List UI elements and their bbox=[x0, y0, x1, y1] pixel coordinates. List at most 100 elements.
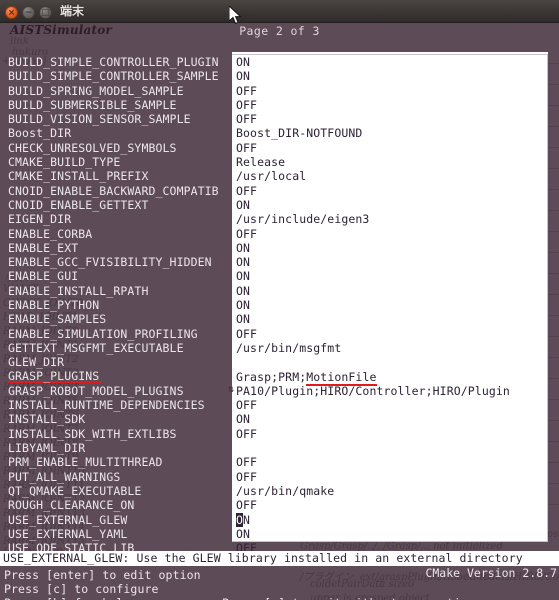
cache-entry-row[interactable]: ENABLE_CORBA OFF bbox=[0, 227, 559, 241]
cache-entry-row[interactable]: GRASP_PLUGINS Grasp;PRM;MotionFile bbox=[0, 369, 559, 386]
cache-entry-row[interactable]: LIBYAML_DIR bbox=[0, 441, 559, 455]
cache-entry-row[interactable]: ROUGH_CLEARANCE_ON OFF bbox=[0, 498, 559, 512]
cache-entry-value[interactable]: OFF bbox=[236, 112, 257, 126]
cache-entry-list[interactable]: BUILD_SIMPLE_CONTROLLER_PLUGIN ON BUILD_SI… bbox=[0, 55, 559, 555]
cache-entry-row[interactable]: ENABLE_EXT ON bbox=[0, 241, 559, 255]
close-icon: × bbox=[7, 8, 16, 18]
window-maximize-button[interactable]: □ bbox=[39, 6, 52, 19]
cache-entry-row[interactable]: BUILD_SPRING_MODEL_SAMPLE OFF bbox=[0, 84, 559, 98]
cache-entry-row[interactable]: GLEW_DIR bbox=[0, 355, 559, 369]
cache-entry-value[interactable]: ON bbox=[236, 412, 250, 426]
cache-entry-name: LIBYAML_DIR bbox=[8, 441, 86, 456]
cache-entry-value[interactable]: OFF bbox=[236, 141, 257, 155]
cache-entry-name: ENABLE_GCC_FVISIBILITY_HIDDEN bbox=[8, 255, 212, 270]
cache-entry-row[interactable]: BUILD_VISION_SENSOR_SAMPLE OFF bbox=[0, 112, 559, 126]
cache-entry-value[interactable]: /usr/include/eigen3 bbox=[236, 212, 369, 226]
cache-entry-name: ENABLE_GUI bbox=[8, 269, 79, 284]
cache-entry-name: CNOID_ENABLE_GETTEXT bbox=[8, 197, 149, 212]
cache-entry-value[interactable]: ON bbox=[236, 255, 250, 269]
cache-entry-name: CNOID_ENABLE_BACKWARD_COMPATIB bbox=[8, 183, 219, 198]
cache-entry-value[interactable]: ON bbox=[236, 298, 250, 312]
cache-entry-value[interactable]: OFF bbox=[236, 184, 257, 198]
cache-entry-value[interactable]: ON bbox=[236, 269, 250, 283]
cache-entry-value[interactable]: OFF bbox=[236, 470, 257, 484]
cache-entry-name: GRASP_PLUGINS bbox=[8, 369, 103, 383]
cache-entry-row[interactable]: ENABLE_GUI ON bbox=[0, 269, 559, 283]
cache-entry-value[interactable]: Grasp;PRM;MotionFile bbox=[236, 369, 377, 386]
cache-entry-value[interactable]: PA10/Plugin;HIRO/Controller;HIRO/Plugin bbox=[236, 384, 510, 398]
cache-entry-row[interactable]: PUT_ALL_WARNINGS OFF bbox=[0, 470, 559, 484]
cache-entry-row[interactable]: INSTALL_SDK_WITH_EXTLIBS OFF bbox=[0, 427, 559, 441]
cache-entry-value[interactable]: ON bbox=[236, 527, 250, 541]
cache-entry-row[interactable]: CMAKE_BUILD_TYPE Release bbox=[0, 155, 559, 169]
cache-entry-row[interactable]: USE_EXTERNAL_YAML ON bbox=[0, 527, 559, 541]
cache-entry-row[interactable]: Boost_DIR Boost_DIR-NOTFOUND bbox=[0, 126, 559, 140]
key-hint-help: Press [h] for help bbox=[4, 596, 130, 600]
cache-entry-row[interactable]: ENABLE_SIMULATION_PROFILING OFF bbox=[0, 327, 559, 341]
ccmake-header: AISTSimulator Page 2 of 3 bbox=[0, 23, 559, 39]
cache-entry-name: BUILD_SIMPLE_CONTROLLER_PLUGIN bbox=[8, 55, 219, 69]
cache-entry-row[interactable]: QT_QMAKE_EXECUTABLE/usr/bin/qmake bbox=[0, 484, 559, 498]
key-hint-quit: Press [q] to quit without generating bbox=[222, 596, 475, 600]
cache-entry-value[interactable]: OFF bbox=[236, 84, 257, 98]
cache-entry-name: BUILD_SIMPLE_CONTROLLER_SAMPLE bbox=[8, 69, 219, 84]
value-spinner-icon[interactable]: ⇅ bbox=[228, 383, 234, 397]
cache-entry-name: PRM_ENABLE_MULTITHREAD bbox=[8, 455, 163, 470]
cache-entry-value[interactable]: ON bbox=[236, 512, 250, 527]
cache-entry-row[interactable]: USE_EXTERNAL_GLEW ON bbox=[0, 512, 559, 527]
cache-entry-value[interactable]: ON bbox=[236, 55, 250, 69]
cache-entry-value-prefix: Grasp;PRM; bbox=[236, 369, 307, 384]
cache-entry-value[interactable]: OFF bbox=[236, 498, 257, 512]
cache-entry-name: CMAKE_INSTALL_PREFIX bbox=[8, 169, 149, 184]
terminal-body[interactable]: link hukuro + [bone] RARM_JOINT0 RARM_JOINT1… bbox=[0, 23, 559, 600]
cache-entry-value[interactable]: Release bbox=[236, 155, 285, 169]
cache-entry-value[interactable]: /usr/bin/qmake bbox=[236, 484, 334, 498]
cache-entry-value[interactable]: OFF bbox=[236, 98, 257, 112]
cache-entry-name: QT_QMAKE_EXECUTABLE bbox=[8, 483, 142, 498]
cache-entry-row[interactable]: BUILD_SIMPLE_CONTROLLER_SAMPLE ON bbox=[0, 69, 559, 83]
cache-entry-value[interactable]: OFF bbox=[236, 427, 257, 441]
cache-entry-row[interactable]: PRM_ENABLE_MULTITHREAD OFF bbox=[0, 455, 559, 469]
cache-entry-value[interactable]: ON bbox=[236, 312, 250, 326]
cache-entry-value[interactable]: ON bbox=[236, 198, 250, 212]
text-cursor-block: O bbox=[236, 512, 244, 527]
cache-entry-row[interactable]: ENABLE_GCC_FVISIBILITY_HIDDEN ON bbox=[0, 255, 559, 269]
cache-entry-name: ENABLE_CORBA bbox=[8, 226, 93, 241]
cache-entry-row[interactable]: ENABLE_SAMPLES ON bbox=[0, 312, 559, 326]
cache-entry-name: USE_EXTERNAL_YAML bbox=[8, 526, 128, 541]
cache-entry-name: ENABLE_SAMPLES bbox=[8, 312, 107, 327]
window-minimize-button[interactable]: − bbox=[22, 6, 35, 19]
cache-entry-value[interactable]: OFF bbox=[236, 398, 257, 412]
cache-entry-row[interactable]: CHECK_UNRESOLVED_SYMBOLS OFF bbox=[0, 141, 559, 155]
cache-entry-value[interactable]: /usr/local bbox=[236, 169, 306, 183]
cache-entry-name: Boost_DIR bbox=[8, 126, 72, 141]
cache-entry-row[interactable]: BUILD_SIMPLE_CONTROLLER_PLUGIN ON bbox=[0, 55, 559, 69]
cache-entry-row[interactable]: GRASP_ROBOT_MODEL_PLUGINS ⇅ PA10/Plugin;HI… bbox=[0, 384, 559, 398]
cache-entry-row[interactable]: CNOID_ENABLE_BACKWARD_COMPATIB OFF bbox=[0, 184, 559, 198]
cache-entry-row[interactable]: INSTALL_SDK ON bbox=[0, 412, 559, 426]
minimize-icon: − bbox=[24, 8, 33, 18]
cache-entry-value[interactable]: ON bbox=[236, 69, 250, 83]
cache-entry-name: INSTALL_SDK_WITH_EXTLIBS bbox=[8, 426, 177, 441]
cache-entry-row[interactable]: CMAKE_INSTALL_PREFIX/usr/local bbox=[0, 169, 559, 183]
cache-entry-value[interactable]: OFF bbox=[236, 227, 257, 241]
cache-entry-row[interactable]: BUILD_SUBMERSIBLE_SAMPLE OFF bbox=[0, 98, 559, 112]
cache-entry-value[interactable]: OFF bbox=[236, 327, 257, 341]
cache-entry-row[interactable]: INSTALL_RUNTIME_DEPENDENCIES OFF bbox=[0, 398, 559, 412]
cache-entry-value[interactable]: ON bbox=[236, 241, 250, 255]
page-indicator: Page 2 of 3 bbox=[239, 24, 320, 38]
cache-entry-row[interactable]: EIGEN_DIR/usr/include/eigen3 bbox=[0, 212, 559, 226]
window-titlebar: × − □ 端末 bbox=[0, 0, 559, 23]
cache-entry-name: USE_EXTERNAL_GLEW bbox=[8, 512, 128, 527]
option-help-line: USE_EXTERNAL_GLEW: Use the GLEW library … bbox=[0, 551, 559, 566]
cache-entry-value[interactable]: /usr/bin/msgfmt bbox=[236, 341, 341, 355]
cache-entry-value[interactable]: ON bbox=[236, 284, 250, 298]
cache-entry-row[interactable]: GETTEXT_MSGFMT_EXECUTABLE/usr/bin/msgfmt bbox=[0, 341, 559, 355]
window-close-button[interactable]: × bbox=[5, 6, 18, 19]
cache-entry-value[interactable]: Boost_DIR-NOTFOUND bbox=[236, 126, 362, 140]
cache-entry-name: GETTEXT_MSGFMT_EXECUTABLE bbox=[8, 340, 184, 355]
cache-entry-row[interactable]: ENABLE_PYTHON ON bbox=[0, 298, 559, 312]
cache-entry-row[interactable]: CNOID_ENABLE_GETTEXT ON bbox=[0, 198, 559, 212]
cache-entry-row[interactable]: ENABLE_INSTALL_RPATH ON bbox=[0, 284, 559, 298]
cache-entry-value[interactable]: OFF bbox=[236, 455, 257, 469]
